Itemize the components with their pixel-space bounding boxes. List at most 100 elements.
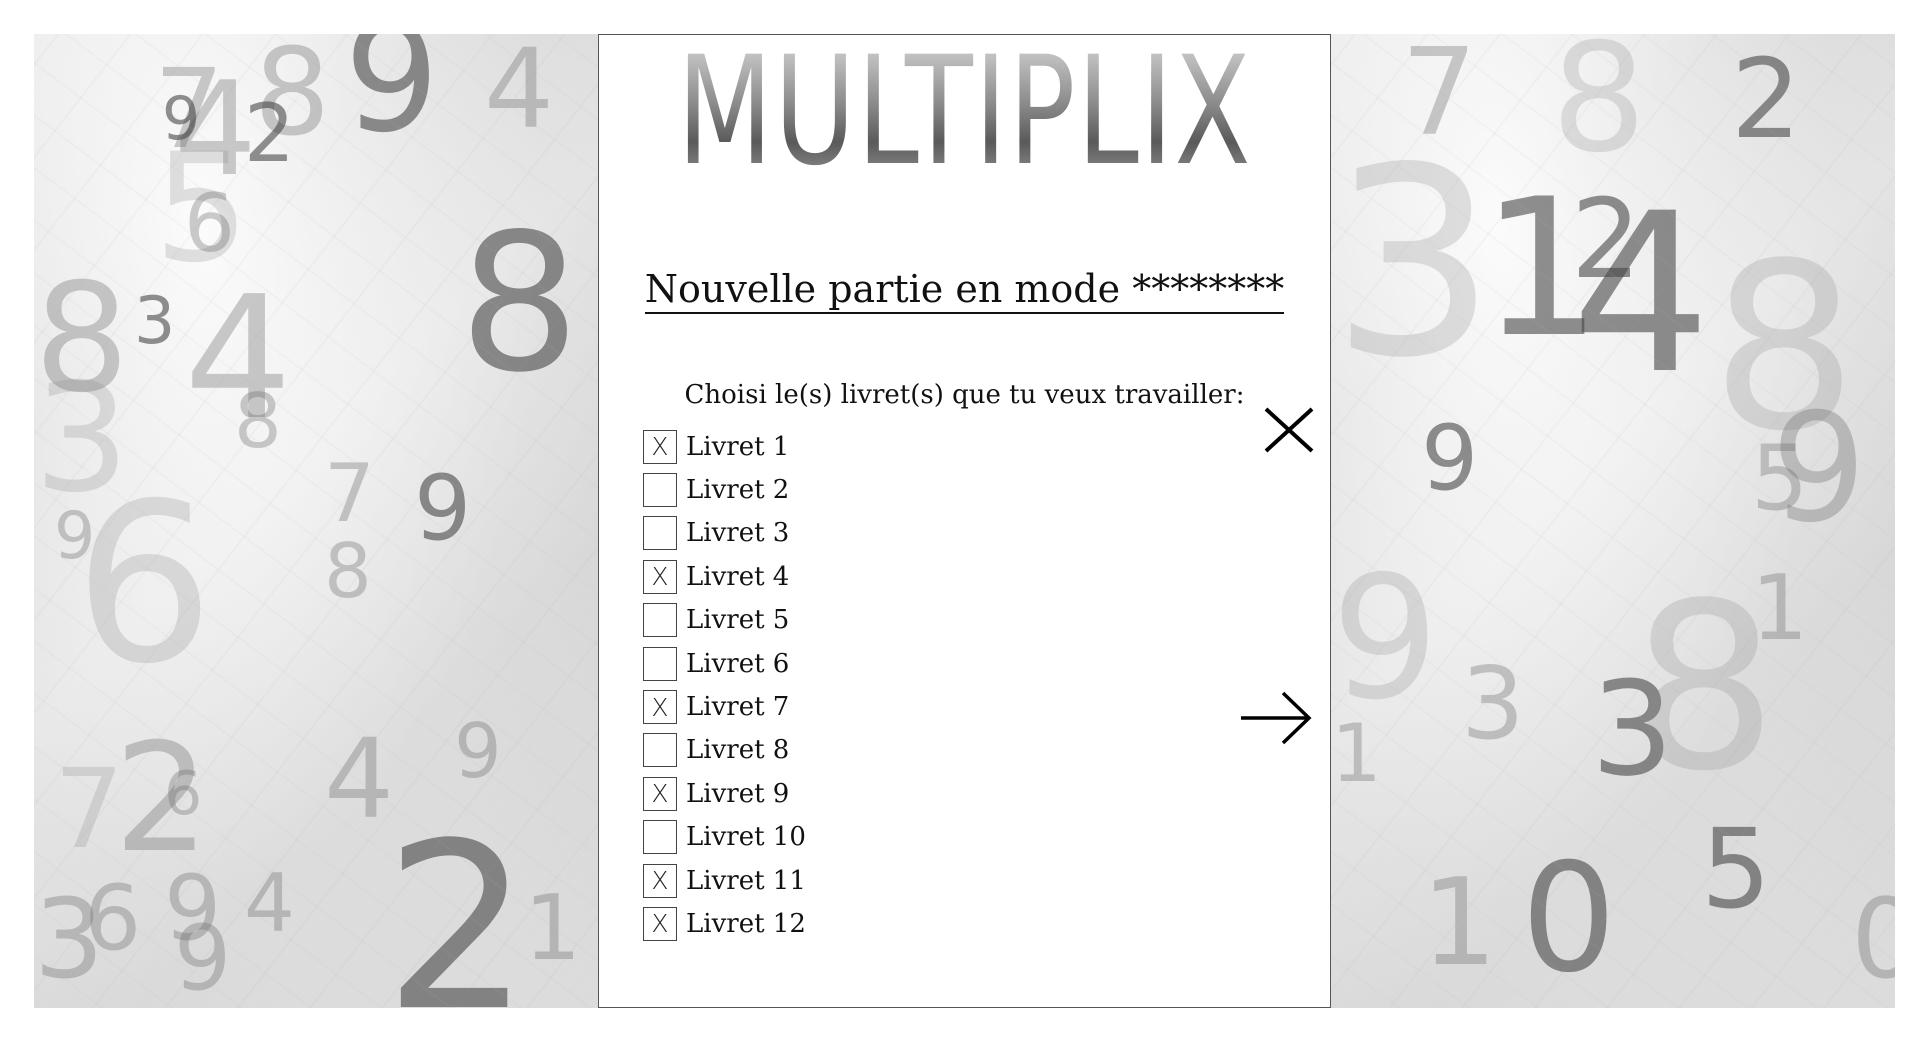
livret-label: Livret 9 bbox=[686, 778, 790, 809]
bg-digit: 4 bbox=[324, 715, 394, 843]
bg-digit: 8 bbox=[324, 527, 372, 615]
bg-digit: 7 bbox=[54, 745, 124, 873]
new-game-panel: MULTIPLIX Nouvelle partie en mode ******… bbox=[598, 34, 1331, 1008]
bg-digit: 9 bbox=[174, 906, 232, 1008]
bg-digit: 1 bbox=[1751, 556, 1809, 661]
bg-digit: 6 bbox=[74, 456, 214, 712]
bg-digit: 8 bbox=[234, 377, 282, 465]
bg-digit: 6 bbox=[184, 177, 235, 270]
bg-digit: 9 bbox=[454, 707, 502, 795]
bg-digit: 9 bbox=[414, 456, 472, 561]
livret-item-6[interactable]: Livret 6 bbox=[643, 642, 806, 685]
bg-digit: 1 bbox=[1421, 854, 1498, 993]
bg-digit: 1 bbox=[1481, 158, 1602, 379]
bg-digit: 6 bbox=[164, 759, 203, 829]
bg-digit: 8 bbox=[1551, 34, 1647, 186]
livret-label: Livret 8 bbox=[686, 735, 790, 766]
bg-digit: 5 bbox=[1751, 426, 1809, 531]
dialog-title-text: Nouvelle partie en mode ******** bbox=[644, 267, 1285, 314]
bg-digit: 3 bbox=[1591, 653, 1674, 805]
checkbox[interactable] bbox=[643, 646, 677, 681]
arrow-right-icon bbox=[1241, 691, 1312, 745]
checkbox[interactable]: X bbox=[643, 559, 677, 594]
livret-item-9[interactable]: X Livret 9 bbox=[643, 772, 806, 815]
bg-digit: 8 bbox=[34, 252, 130, 426]
bg-digit: 2 bbox=[384, 795, 531, 1009]
bg-digit: 1 bbox=[1331, 707, 1382, 800]
livret-label: Livret 12 bbox=[686, 908, 806, 939]
bg-digit: 7 bbox=[1401, 34, 1478, 163]
bg-digit: 2 bbox=[114, 712, 210, 886]
bg-digit: 7 bbox=[324, 447, 375, 540]
livret-label: Livret 4 bbox=[686, 561, 790, 592]
bg-digit: 3 bbox=[1461, 645, 1525, 762]
bg-digit: 8 bbox=[1711, 215, 1858, 482]
dialog-subtitle: Choisi le(s) livret(s) que tu veux trava… bbox=[684, 380, 1245, 410]
livret-label: Livret 10 bbox=[686, 822, 806, 853]
bg-digit: 9 bbox=[344, 34, 440, 166]
next-button[interactable] bbox=[1239, 683, 1314, 753]
bg-digit: 4 bbox=[184, 260, 293, 458]
bg-digit: 3 bbox=[1331, 113, 1497, 415]
livret-label: Livret 6 bbox=[686, 648, 790, 679]
checkbox[interactable]: X bbox=[643, 776, 677, 811]
livret-item-3[interactable]: Livret 3 bbox=[643, 512, 806, 555]
livret-item-12[interactable]: X Livret 12 bbox=[643, 902, 806, 945]
bg-digit: 6 bbox=[84, 866, 142, 971]
bg-digit: 9 bbox=[1771, 382, 1867, 556]
bg-digit: 2 bbox=[244, 87, 295, 180]
livret-item-4[interactable]: X Livret 4 bbox=[643, 555, 806, 598]
bg-digit: 8 bbox=[254, 34, 331, 163]
checkbox[interactable] bbox=[643, 473, 677, 508]
livret-item-8[interactable]: Livret 8 bbox=[643, 729, 806, 772]
checkbox[interactable] bbox=[643, 820, 677, 855]
checkbox[interactable]: X bbox=[643, 863, 677, 898]
bg-digit: 3 bbox=[134, 284, 176, 359]
livret-label: Livret 3 bbox=[686, 518, 790, 549]
bg-digit: 3 bbox=[34, 352, 130, 526]
checkbox[interactable] bbox=[643, 603, 677, 638]
bg-digit: 9 bbox=[1421, 406, 1479, 511]
bg-digit: 0 bbox=[1851, 875, 1895, 1003]
close-button[interactable] bbox=[1254, 395, 1324, 465]
bg-digit: 2 bbox=[1731, 35, 1801, 163]
livret-label: Livret 11 bbox=[686, 865, 806, 896]
bg-digit: 8 bbox=[1631, 555, 1778, 822]
app-logo: MULTIPLIX bbox=[599, 35, 1330, 225]
livret-item-1[interactable]: X Livret 1 bbox=[643, 425, 806, 468]
livret-item-7[interactable]: X Livret 7 bbox=[643, 685, 806, 728]
bg-digit: 0 bbox=[1521, 832, 1617, 1006]
livret-item-11[interactable]: X Livret 11 bbox=[643, 859, 806, 902]
background-left: 7 8 4 2 9 9 4 3 5 6 8 8 3 4 8 9 7 9 8 6 … bbox=[34, 34, 598, 1008]
background-right: 7 8 2 1 2 4 8 9 5 9 9 3 3 8 1 1 0 5 0 1 … bbox=[1331, 34, 1895, 1008]
checkbox[interactable]: X bbox=[643, 429, 677, 464]
livret-label: Livret 1 bbox=[686, 431, 790, 462]
bg-digit: 5 bbox=[1701, 805, 1771, 933]
bg-digit: 9 bbox=[54, 499, 96, 574]
bg-digit: 4 bbox=[244, 857, 295, 950]
bg-digit: 4 bbox=[484, 34, 554, 153]
bg-digit: 8 bbox=[459, 193, 580, 414]
checkbox[interactable]: X bbox=[643, 906, 677, 941]
bg-digit: 7 bbox=[154, 45, 224, 173]
dialog-title: Nouvelle partie en mode ******** bbox=[599, 267, 1330, 314]
bg-digit: 1 bbox=[524, 876, 582, 981]
livret-label: Livret 5 bbox=[686, 605, 790, 636]
bg-digit: 9 bbox=[162, 84, 201, 154]
checkbox[interactable] bbox=[643, 733, 677, 768]
livret-label: Livret 2 bbox=[686, 475, 790, 506]
livret-list: X Livret 1 Livret 2 Livret 3 X Livret 4 Li… bbox=[643, 425, 806, 946]
bg-digit: 2 bbox=[1571, 175, 1641, 303]
livret-label: Livret 7 bbox=[686, 692, 790, 723]
bg-digit: 9 bbox=[164, 856, 222, 961]
bg-digit: 5 bbox=[154, 122, 250, 296]
livret-item-5[interactable]: Livret 5 bbox=[643, 599, 806, 642]
logo-text: MULTIPLIX bbox=[677, 25, 1253, 199]
livret-item-2[interactable]: Livret 2 bbox=[643, 468, 806, 511]
checkbox[interactable] bbox=[643, 516, 677, 551]
checkbox[interactable]: X bbox=[643, 690, 677, 725]
livret-item-10[interactable]: Livret 10 bbox=[643, 816, 806, 859]
bg-digit: 4 bbox=[174, 53, 257, 205]
bg-digit: 4 bbox=[1571, 166, 1711, 422]
close-icon bbox=[1264, 407, 1314, 453]
